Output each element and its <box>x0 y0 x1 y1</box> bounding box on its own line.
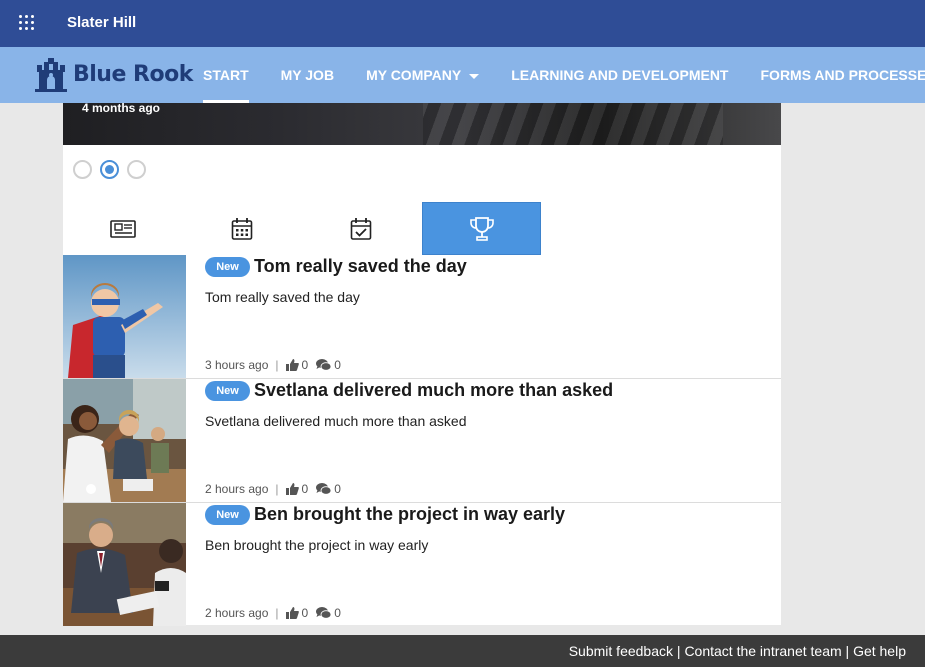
comment-count: 0 <box>334 606 341 620</box>
item-description: Svetlana delivered much more than asked <box>205 413 467 429</box>
submit-feedback-link[interactable]: Submit feedback <box>569 643 673 659</box>
thumbs-up-icon[interactable] <box>285 483 299 495</box>
site-title[interactable]: Slater Hill <box>67 14 136 31</box>
carousel-indicators <box>73 160 146 179</box>
main-navigation: Blue Rook START MY JOB MY COMPANY LEARNI… <box>0 47 925 103</box>
calendar-icon <box>231 217 252 240</box>
tab-events[interactable] <box>182 202 301 255</box>
item-timestamp: 2 hours ago <box>205 606 269 620</box>
page-footer: Submit feedback | Contact the intranet t… <box>0 635 925 667</box>
nav-item-learning-and-development[interactable]: LEARNING AND DEVELOPMENT <box>495 47 744 103</box>
nav-item-forms-and-processes[interactable]: FORMS AND PROCESSES <box>745 47 925 103</box>
get-help-link[interactable]: Get help <box>853 643 906 659</box>
thumbs-up-icon[interactable] <box>285 359 299 371</box>
carousel-dot-2[interactable] <box>100 160 119 179</box>
footer-separator: | <box>845 643 850 659</box>
carousel-slide-image[interactable]: 4 months ago <box>63 103 781 145</box>
new-badge: New <box>205 257 250 277</box>
calendar-check-icon <box>350 217 371 240</box>
slide-date: 4 months ago <box>82 103 161 115</box>
top-bar: Slater Hill <box>0 0 925 47</box>
item-thumbnail[interactable] <box>63 503 186 626</box>
footer-separator: | <box>676 643 681 659</box>
carousel-dot-3[interactable] <box>127 160 146 179</box>
nav-item-label: FORMS AND PROCESSES <box>760 67 925 83</box>
nav-item-my-company[interactable]: MY COMPANY <box>350 47 495 103</box>
contact-intranet-team-link[interactable]: Contact the intranet team <box>684 643 841 659</box>
item-meta: 3 hours ago | 0 0 <box>205 358 341 372</box>
nav-item-my-job[interactable]: MY JOB <box>265 47 350 103</box>
list-item[interactable]: New Tom really saved the day Tom really … <box>63 255 781 379</box>
item-description: Tom really saved the day <box>205 289 360 305</box>
nav-item-label: MY COMPANY <box>366 67 462 83</box>
item-meta: 2 hours ago | 0 0 <box>205 606 341 620</box>
item-thumbnail[interactable] <box>63 379 186 502</box>
trophy-icon <box>469 216 494 241</box>
item-title[interactable]: Tom really saved the day <box>254 256 467 277</box>
castle-icon <box>35 58 67 92</box>
new-badge: New <box>205 505 250 525</box>
tab-news[interactable] <box>63 202 182 255</box>
meta-separator: | <box>275 606 279 620</box>
comment-count: 0 <box>334 358 341 372</box>
like-count: 0 <box>301 606 309 620</box>
chevron-down-icon <box>469 73 480 79</box>
meta-separator: | <box>275 482 279 496</box>
tab-kudos[interactable] <box>422 202 541 255</box>
nav-item-label: LEARNING AND DEVELOPMENT <box>511 67 729 83</box>
carousel-dot-1[interactable] <box>73 160 92 179</box>
nav-item-label: MY JOB <box>280 67 335 83</box>
item-thumbnail[interactable] <box>63 255 186 378</box>
tab-tasks[interactable] <box>301 202 420 255</box>
item-timestamp: 3 hours ago <box>205 358 269 372</box>
app-launcher-icon[interactable] <box>19 15 35 31</box>
comments-icon[interactable] <box>316 607 332 619</box>
nav-item-start[interactable]: START <box>187 47 265 103</box>
newspaper-icon <box>109 219 136 238</box>
logo-text: Blue Rook <box>73 62 193 87</box>
comments-icon[interactable] <box>316 359 332 371</box>
footer-links: Submit feedback | Contact the intranet t… <box>569 643 906 659</box>
nav-item-label: START <box>203 67 249 83</box>
item-meta: 2 hours ago | 0 0 <box>205 482 341 496</box>
meta-separator: | <box>275 358 279 372</box>
like-count: 0 <box>301 482 309 496</box>
thumbs-up-icon[interactable] <box>285 607 299 619</box>
comment-count: 0 <box>334 482 341 496</box>
content-tabs <box>63 202 781 255</box>
comments-icon[interactable] <box>316 483 332 495</box>
item-title[interactable]: Svetlana delivered much more than asked <box>254 380 613 401</box>
like-count: 0 <box>301 358 309 372</box>
item-timestamp: 2 hours ago <box>205 482 269 496</box>
nav-menu: START MY JOB MY COMPANY LEARNING AND DEV… <box>187 47 925 103</box>
list-item[interactable]: New Svetlana delivered much more than as… <box>63 379 781 503</box>
item-title[interactable]: Ben brought the project in way early <box>254 504 565 525</box>
item-description: Ben brought the project in way early <box>205 537 429 553</box>
list-item[interactable]: New Ben brought the project in way early… <box>63 503 781 627</box>
new-badge: New <box>205 381 250 401</box>
brand-logo[interactable]: Blue Rook <box>33 56 193 94</box>
news-card: 4 months ago New Tom really saved the da… <box>63 103 781 627</box>
